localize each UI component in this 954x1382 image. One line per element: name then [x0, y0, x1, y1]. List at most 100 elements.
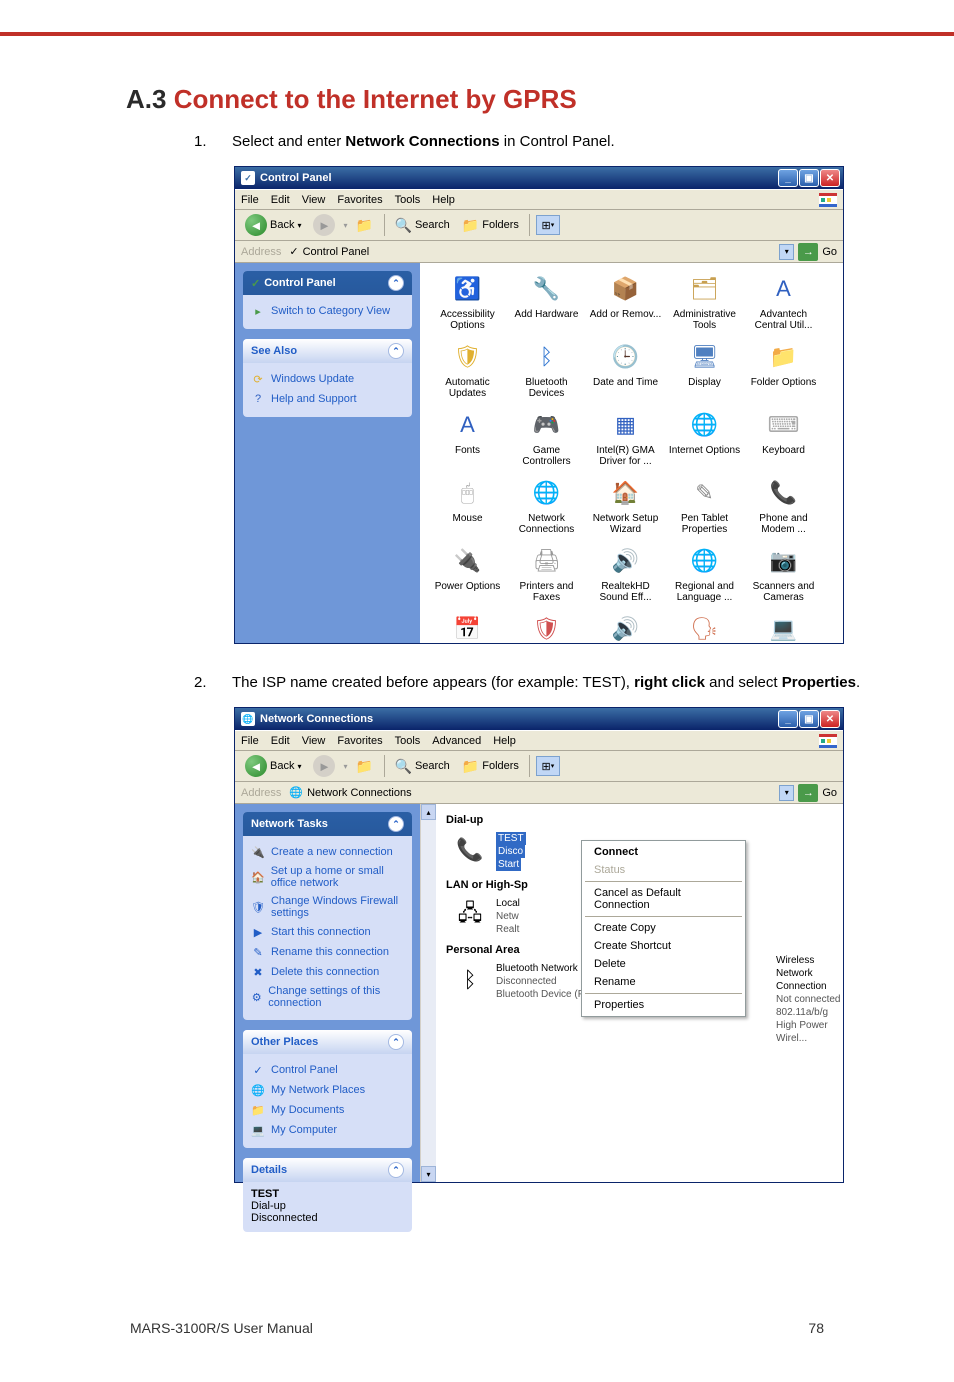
cp-item[interactable]: AFonts: [428, 409, 507, 467]
address-dropdown[interactable]: ▾: [779, 785, 794, 801]
maximize-button[interactable]: ▣: [799, 710, 819, 728]
views-button[interactable]: ⊞▾: [536, 215, 560, 235]
cp-item[interactable]: 📞Phone and Modem ...: [744, 477, 823, 535]
cp-item[interactable]: 📅Scheduled Tasks: [428, 613, 507, 643]
ctx-connect[interactable]: Connect: [584, 843, 743, 861]
scroll-down-button[interactable]: ▾: [421, 1166, 436, 1182]
menu-favorites[interactable]: Favorites: [337, 735, 382, 747]
menu-tools[interactable]: Tools: [395, 194, 421, 206]
sidebox-head[interactable]: Details⌃: [243, 1158, 412, 1182]
forward-button[interactable]: ►: [309, 212, 339, 238]
titlebar[interactable]: 🌐 Network Connections _ ▣ ✕: [235, 708, 843, 730]
menu-view[interactable]: View: [302, 735, 326, 747]
menu-tools[interactable]: Tools: [395, 735, 421, 747]
control-panel-link[interactable]: ✓Control Panel: [251, 1060, 404, 1080]
ctx-create-copy[interactable]: Create Copy: [584, 919, 743, 937]
cp-item[interactable]: 🗣Speech: [665, 613, 744, 643]
switch-category-view-link[interactable]: ▸Switch to Category View: [251, 301, 404, 321]
cp-item[interactable]: ⌨Keyboard: [744, 409, 823, 467]
change-settings-link[interactable]: ⚙Change settings of this connection: [251, 982, 404, 1012]
ctx-rename[interactable]: Rename: [584, 973, 743, 991]
cp-item[interactable]: 📦Add or Remov...: [586, 273, 665, 331]
up-button[interactable]: 📁: [352, 214, 378, 236]
cp-item[interactable]: 🔧Add Hardware: [507, 273, 586, 331]
cp-item[interactable]: 🖥Display: [665, 341, 744, 399]
cp-item[interactable]: 📁Folder Options: [744, 341, 823, 399]
cp-item[interactable]: 🏠Network Setup Wizard: [586, 477, 665, 535]
search-button[interactable]: 🔍Search: [391, 215, 454, 236]
cp-item[interactable]: 🌐Network Connections: [507, 477, 586, 535]
menu-help[interactable]: Help: [432, 194, 455, 206]
setup-network-link[interactable]: 🏠Set up a home or small office network: [251, 862, 404, 892]
menu-edit[interactable]: Edit: [271, 194, 290, 206]
titlebar[interactable]: ✓ Control Panel _ ▣ ✕: [235, 167, 843, 189]
my-computer-link[interactable]: 💻My Computer: [251, 1120, 404, 1140]
sidebar-scrollbar[interactable]: ▴ ▾: [420, 804, 436, 1182]
cp-item[interactable]: 🎮Game Controllers: [507, 409, 586, 467]
cp-item[interactable]: 🔊RealtekHD Sound Eff...: [586, 545, 665, 603]
up-button[interactable]: 📁: [352, 755, 378, 777]
menu-file[interactable]: File: [241, 735, 259, 747]
close-button[interactable]: ✕: [820, 710, 840, 728]
connection-wireless[interactable]: Wireless Network Connection Not connecte…: [776, 954, 843, 1045]
address-field[interactable]: ✓ Control Panel: [285, 243, 772, 261]
minimize-button[interactable]: _: [778, 710, 798, 728]
ctx-create-shortcut[interactable]: Create Shortcut: [584, 937, 743, 955]
cp-item[interactable]: 🖱Mouse: [428, 477, 507, 535]
scroll-track[interactable]: [421, 820, 436, 1166]
menu-edit[interactable]: Edit: [271, 735, 290, 747]
address-dropdown[interactable]: ▾: [779, 244, 794, 260]
help-support-link[interactable]: ?Help and Support: [251, 389, 404, 409]
my-documents-link[interactable]: 📁My Documents: [251, 1100, 404, 1120]
menu-file[interactable]: File: [241, 194, 259, 206]
cp-item[interactable]: 🗂Administrative Tools: [665, 273, 744, 331]
firewall-settings-link[interactable]: 🛡Change Windows Firewall settings: [251, 892, 404, 922]
scroll-up-button[interactable]: ▴: [421, 804, 436, 820]
cp-item[interactable]: ᛒBluetooth Devices: [507, 341, 586, 399]
go-button[interactable]: →: [798, 243, 818, 261]
create-connection-link[interactable]: 🔌Create a new connection: [251, 842, 404, 862]
menu-advanced[interactable]: Advanced: [432, 735, 481, 747]
menu-help[interactable]: Help: [493, 735, 516, 747]
cp-item[interactable]: 🔊Sounds and Audio Devices: [586, 613, 665, 643]
cp-item[interactable]: ♿Accessibility Options: [428, 273, 507, 331]
menu-view[interactable]: View: [302, 194, 326, 206]
address-field[interactable]: 🌐 Network Connections: [285, 784, 772, 802]
folders-button[interactable]: 📁Folders: [458, 756, 523, 777]
menu-favorites[interactable]: Favorites: [337, 194, 382, 206]
ctx-cancel-default[interactable]: Cancel as Default Connection: [584, 884, 743, 914]
search-button[interactable]: 🔍Search: [391, 756, 454, 777]
windows-update-link[interactable]: ⟳Windows Update: [251, 369, 404, 389]
sidebox-head[interactable]: ✓Control Panel⌃: [243, 271, 412, 295]
cp-item[interactable]: 🖨Printers and Faxes: [507, 545, 586, 603]
ctx-delete[interactable]: Delete: [584, 955, 743, 973]
cp-item[interactable]: 🔌Power Options: [428, 545, 507, 603]
forward-button[interactable]: ►: [309, 753, 339, 779]
maximize-button[interactable]: ▣: [799, 169, 819, 187]
rename-connection-link[interactable]: ✎Rename this connection: [251, 942, 404, 962]
views-button[interactable]: ⊞▾: [536, 756, 560, 776]
cp-item[interactable]: 💻System: [744, 613, 823, 643]
sidebox-head[interactable]: Network Tasks⌃: [243, 812, 412, 836]
cp-item[interactable]: ▦Intel(R) GMA Driver for ...: [586, 409, 665, 467]
cp-item[interactable]: 🛡Automatic Updates: [428, 341, 507, 399]
cp-item[interactable]: AAdvantech Central Util...: [744, 273, 823, 331]
cp-item[interactable]: 📷Scanners and Cameras: [744, 545, 823, 603]
network-places-link[interactable]: 🌐My Network Places: [251, 1080, 404, 1100]
sidebox-head[interactable]: See Also⌃: [243, 339, 412, 363]
cp-item[interactable]: 🕒Date and Time: [586, 341, 665, 399]
cp-item[interactable]: 🛡Security Center: [507, 613, 586, 643]
minimize-button[interactable]: _: [778, 169, 798, 187]
close-button[interactable]: ✕: [820, 169, 840, 187]
ctx-properties[interactable]: Properties: [584, 996, 743, 1014]
start-connection-link[interactable]: ▶Start this connection: [251, 922, 404, 942]
back-button[interactable]: ◄Back ▾: [241, 753, 305, 779]
folders-button[interactable]: 📁Folders: [458, 215, 523, 236]
go-button[interactable]: →: [798, 784, 818, 802]
back-button[interactable]: ◄Back ▾: [241, 212, 305, 238]
cp-item[interactable]: 🌐Regional and Language ...: [665, 545, 744, 603]
sidebox-head[interactable]: Other Places⌃: [243, 1030, 412, 1054]
cp-item[interactable]: 🌐Internet Options: [665, 409, 744, 467]
delete-connection-link[interactable]: ✖Delete this connection: [251, 962, 404, 982]
cp-item[interactable]: ✎Pen Tablet Properties: [665, 477, 744, 535]
